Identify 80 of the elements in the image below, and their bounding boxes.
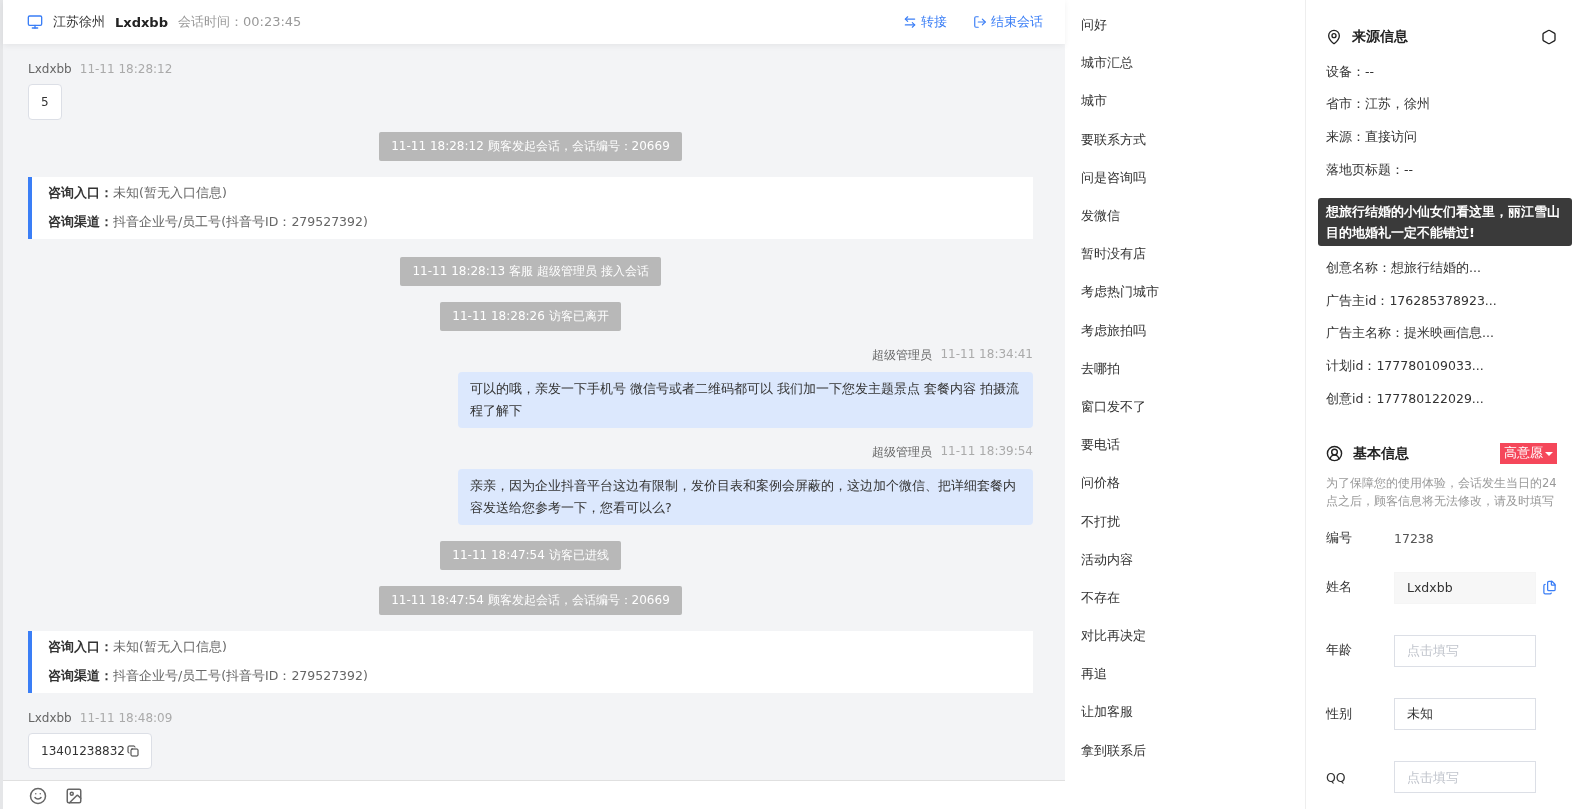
sender-name: Lxdxbb (28, 62, 72, 76)
copy-icon[interactable] (127, 745, 139, 757)
quick-reply-item[interactable]: 暂时没有店 (1065, 235, 1305, 274)
visitor-name: Lxdxbb (115, 14, 168, 30)
swap-arrows-icon (903, 15, 917, 29)
section-title: 基本信息 (1353, 445, 1409, 463)
field-label: 年龄 (1326, 642, 1353, 660)
end-session-button[interactable]: 结束会话 (973, 13, 1043, 31)
info-row-text: 咨询渠道：抖音企业号/员工号(抖音号ID：279527392) (48, 214, 369, 231)
quick-reply-item[interactable]: 对比再决定 (1065, 617, 1305, 656)
source-row-text: 来源：直接访问 (1326, 128, 1418, 146)
quick-reply-item[interactable]: 再追 (1065, 655, 1305, 694)
quick-reply-item[interactable]: 发微信 (1065, 196, 1305, 236)
sender-name: 超级管理员 (872, 347, 933, 364)
sender-name: 超级管理员 (872, 444, 933, 461)
section-title: 来源信息 (1352, 28, 1408, 46)
quick-reply-item[interactable]: 考虑热门城市 (1065, 273, 1305, 312)
field-label: 姓名 (1326, 579, 1353, 597)
info-row-text: 咨询入口：未知(暂无入口信息) (48, 639, 228, 656)
message-time: 11-11 18:39:54 (940, 444, 1033, 460)
system-notice: 11-11 18:28:13 客服 超级管理员 接入会话 (400, 257, 661, 286)
quick-reply-item[interactable]: 窗口发不了 (1065, 387, 1305, 427)
quick-reply-item[interactable]: 活动内容 (1065, 540, 1305, 579)
message-bubble: 可以的哦，亲发一下手机号 微信号或者二维码都可以 我们加一下您发主题景点 套餐内容 拍摄流程了解下 (458, 372, 1033, 428)
source-row-text: 设备：-- (1326, 62, 1376, 81)
source-row-text: 创意id：177780122029... (1326, 389, 1485, 408)
source-row-text: 计划id：177780109033... (1326, 357, 1485, 376)
system-notice: 11-11 18:47:54 访客已进线 (440, 541, 621, 570)
system-notice: 11-11 18:47:54 顾客发起会话，会话编号：20669 (379, 586, 682, 615)
copy-icon[interactable] (1542, 580, 1557, 596)
tooltip: 想旅行结婚的小仙女们看这里，丽江雪山目的地婚礼一定不能错过! (1318, 198, 1572, 246)
field-label: 性别 (1326, 705, 1353, 723)
quick-reply-item[interactable]: 城市 (1065, 82, 1305, 121)
quick-reply-item[interactable]: 不打扰 (1065, 502, 1305, 541)
quick-reply-item[interactable]: 让加客服 (1065, 693, 1305, 732)
visitor-location: 江苏徐州 (53, 13, 105, 31)
message-time: 11-11 18:28:12 (79, 62, 173, 76)
intent-tag[interactable]: 高意愿 (1500, 443, 1557, 465)
settings-icon[interactable] (1541, 29, 1557, 45)
source-row-text: 省市：江苏，徐州 (1326, 95, 1431, 114)
input-field[interactable]: 点击填写 (1394, 761, 1536, 794)
user-icon (1326, 445, 1343, 463)
notice-text: 为了保障您的使用体验，会话发生当日的24点之后，顾客信息将无法修改，请及时填写 (1326, 475, 1557, 511)
monitor-icon (27, 14, 43, 30)
quick-reply-item[interactable]: 不存在 (1065, 578, 1305, 617)
emoji-icon[interactable] (29, 787, 47, 805)
message-bubble: 亲亲，因为企业抖音平台这边有限制，发价目表和案例会屏蔽的，这边加个微信、把详细套餐内容发送给您参考一下，您看可以么? (458, 469, 1033, 525)
source-row-text: 广告主名称：提米映画信息... (1326, 324, 1495, 343)
message-bubble: 5 (28, 84, 62, 120)
image-icon[interactable] (65, 787, 83, 805)
quick-reply-item[interactable]: 去哪拍 (1065, 349, 1305, 388)
quick-reply-item[interactable]: 拿到联系后 (1065, 731, 1305, 770)
select-field[interactable]: 未知 (1394, 698, 1536, 731)
quick-reply-item[interactable]: 考虑旅拍吗 (1065, 311, 1305, 350)
quick-reply-item[interactable]: 城市汇总 (1065, 44, 1305, 83)
source-row-text: 广告主id：176285378923... (1326, 291, 1498, 310)
message-bubble: 13401238832 (28, 733, 152, 769)
source-row-text: 创意名称：想旅行结婚的... (1326, 259, 1482, 278)
message-time: 11-11 18:34:41 (940, 347, 1033, 363)
field-label: QQ (1326, 769, 1347, 785)
quick-reply-item[interactable]: 要电话 (1065, 426, 1305, 465)
quick-reply-item[interactable]: 要联系方式 (1065, 120, 1305, 159)
info-row-text: 咨询渠道：抖音企业号/员工号(抖音号ID：279527392) (48, 668, 369, 685)
message-time: 11-11 18:48:09 (79, 711, 173, 725)
quick-reply-item[interactable]: 问价格 (1065, 464, 1305, 503)
session-duration: 会话时间：00:23:45 (178, 13, 302, 31)
field-label: 编号 (1326, 529, 1353, 547)
exit-icon (973, 15, 987, 29)
input-field[interactable]: 点击填写 (1394, 634, 1536, 667)
source-row-text: 落地页标题：-- (1326, 160, 1415, 179)
system-notice: 11-11 18:28:12 顾客发起会话，会话编号：20669 (379, 132, 682, 161)
name-field[interactable]: Lxdxbb (1394, 571, 1536, 604)
transfer-button[interactable]: 转接 (903, 13, 947, 31)
info-row-text: 咨询入口：未知(暂无入口信息) (48, 185, 228, 202)
quick-reply-item[interactable]: 问好 (1065, 6, 1305, 45)
system-notice: 11-11 18:28:26 访客已离开 (440, 302, 621, 331)
field-value: 17238 (1394, 530, 1434, 546)
sender-name: Lxdxbb (28, 711, 72, 725)
location-pin-icon (1326, 29, 1342, 45)
quick-reply-item[interactable]: 问是咨询吗 (1065, 158, 1305, 197)
